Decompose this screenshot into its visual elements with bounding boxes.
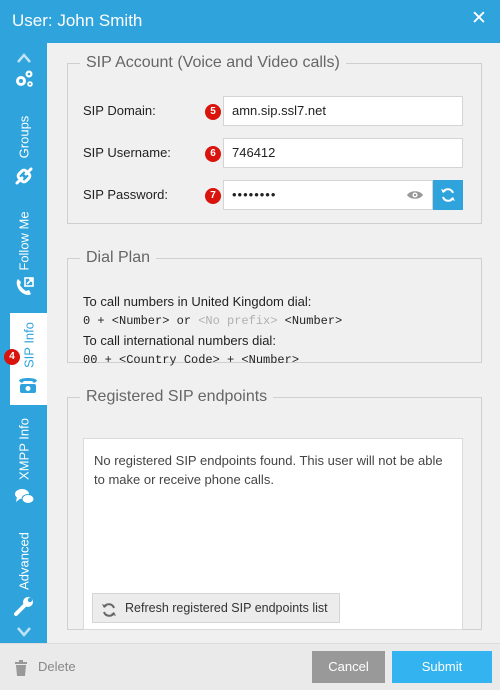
desk-phone-icon	[19, 378, 37, 393]
trash-icon	[15, 660, 27, 676]
refresh-icon	[441, 188, 455, 202]
cancel-button[interactable]: Cancel	[312, 651, 385, 683]
password-value: ••••••••	[232, 187, 277, 202]
wrench-icon	[13, 597, 33, 616]
tab-label: XMPP Info	[16, 418, 31, 480]
tab-general[interactable]	[0, 61, 47, 103]
tab-content-sip-info: SIP Account (Voice and Video calls) SIP …	[47, 43, 500, 643]
field-label: SIP Domain:	[83, 103, 156, 118]
field-label: SIP Password:	[83, 187, 169, 202]
sip-domain-row: SIP Domain: 5 amn.sip.ssl7.net	[83, 96, 463, 126]
dial-plan-uk-text: To call numbers in United Kingdom dial:	[83, 294, 312, 309]
chat-icon	[14, 489, 34, 504]
sip-username-row: SIP Username: 6 746412	[83, 138, 463, 168]
dialog-titlebar: User: John Smith ✕	[0, 0, 500, 43]
tab-groups[interactable]: Groups	[0, 105, 47, 195]
eye-icon[interactable]	[406, 189, 424, 201]
refresh-icon	[102, 603, 116, 617]
regenerate-password-button[interactable]	[433, 180, 463, 210]
empty-endpoints-message: No registered SIP endpoints found. This …	[94, 453, 443, 487]
submit-button[interactable]: Submit	[392, 651, 492, 683]
link-icon	[15, 167, 32, 185]
dial-plan-intl-text: To call international numbers dial:	[83, 333, 276, 348]
field-label: SIP Username:	[83, 145, 171, 160]
tab-xmpp-info[interactable]: XMPP Info	[0, 413, 47, 513]
side-tab-bar: Groups Follow Me SIP Info 4 XMPP Info Ad…	[0, 43, 47, 643]
sip-domain-field[interactable]: amn.sip.ssl7.net	[223, 96, 463, 126]
dial-plan-intl-rule: 00 + <Country Code> + <Number>	[83, 353, 300, 367]
tab-label: Advanced	[16, 532, 31, 590]
section-title: SIP Account (Voice and Video calls)	[86, 54, 340, 71]
section-title: Registered SIP endpoints	[86, 388, 268, 405]
dialog-footer: Delete Cancel Submit	[0, 643, 500, 690]
section-title: Dial Plan	[86, 249, 151, 266]
dialog-title: User: John Smith	[12, 11, 143, 30]
tab-badge: 4	[4, 349, 20, 365]
tab-label: Follow Me	[16, 211, 31, 271]
field-badge: 6	[205, 146, 221, 162]
refresh-button-label: Refresh registered SIP endpoints list	[125, 601, 328, 615]
tab-label: SIP Info	[21, 321, 36, 369]
tab-follow-me[interactable]: Follow Me	[0, 203, 47, 303]
field-badge: 7	[205, 188, 221, 204]
sip-account-section: SIP Account (Voice and Video calls) SIP …	[67, 54, 482, 224]
field-badge: 5	[205, 104, 221, 120]
close-icon[interactable]: ✕	[470, 9, 488, 28]
gears-icon	[15, 70, 33, 87]
sip-password-field[interactable]: ••••••••	[223, 180, 433, 210]
chevron-down-icon[interactable]	[16, 626, 32, 638]
sip-username-field[interactable]: 746412	[223, 138, 463, 168]
delete-label: Delete	[38, 659, 76, 674]
sip-password-row: SIP Password: 7 ••••••••	[83, 180, 463, 210]
tab-advanced[interactable]: Advanced	[0, 521, 47, 621]
dial-plan-section: Dial Plan To call numbers in United King…	[67, 249, 482, 367]
refresh-endpoints-button[interactable]: Refresh registered SIP endpoints list	[92, 593, 340, 623]
endpoints-list: No registered SIP endpoints found. This …	[83, 438, 463, 630]
phone-forward-icon	[16, 277, 34, 295]
tab-label: Groups	[16, 115, 31, 159]
dial-plan-uk-rule: 0 + <Number> or <No prefix> <Number>	[83, 314, 343, 328]
sip-endpoints-section: Registered SIP endpoints No registered S…	[67, 388, 482, 630]
